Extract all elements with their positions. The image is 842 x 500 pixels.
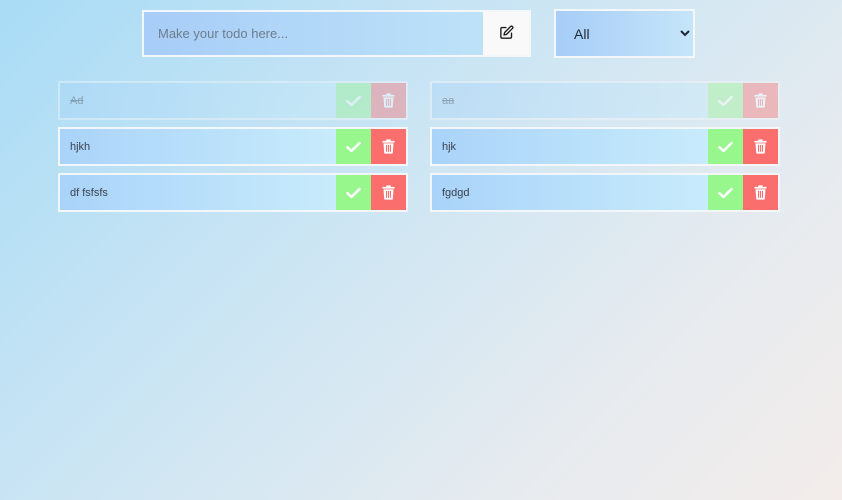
todo-item: fgdgd — [430, 173, 780, 212]
todo-text: Ad — [70, 94, 84, 107]
trash-icon — [754, 185, 767, 200]
check-icon — [718, 141, 733, 153]
edit-icon — [499, 25, 514, 43]
filter-container: All — [554, 9, 695, 58]
filter-select[interactable]: All — [556, 11, 693, 56]
complete-button[interactable] — [336, 129, 371, 164]
add-todo-button[interactable] — [483, 12, 529, 55]
todo-text: hjk — [442, 140, 457, 153]
todo-item: hjkh — [58, 127, 408, 166]
todo-input[interactable] — [144, 12, 483, 55]
trash-icon — [382, 93, 395, 108]
delete-button[interactable] — [743, 175, 778, 210]
complete-button[interactable] — [336, 175, 371, 210]
check-icon — [346, 95, 361, 107]
todo-text: df fsfsfs — [70, 186, 108, 199]
todo-item: aa — [430, 81, 780, 120]
todo-text: fgdgd — [442, 186, 470, 199]
todo-item: hjk — [430, 127, 780, 166]
todo-item: df fsfsfs — [58, 173, 408, 212]
check-icon — [346, 141, 361, 153]
complete-button[interactable] — [708, 129, 743, 164]
complete-button[interactable] — [336, 83, 371, 118]
todo-text: aa — [442, 94, 455, 107]
delete-button[interactable] — [371, 129, 406, 164]
delete-button[interactable] — [743, 83, 778, 118]
trash-icon — [382, 185, 395, 200]
delete-button[interactable] — [743, 129, 778, 164]
check-icon — [718, 95, 733, 107]
trash-icon — [754, 93, 767, 108]
check-icon — [346, 187, 361, 199]
delete-button[interactable] — [371, 175, 406, 210]
trash-icon — [754, 139, 767, 154]
todo-text: hjkh — [70, 140, 91, 153]
trash-icon — [382, 139, 395, 154]
todo-form — [142, 10, 531, 57]
complete-button[interactable] — [708, 175, 743, 210]
check-icon — [718, 187, 733, 199]
complete-button[interactable] — [708, 83, 743, 118]
todo-item: Ad — [58, 81, 408, 120]
todo-list: Ad aa hjkh hjk df fsfsfs fgdgd — [58, 81, 780, 212]
delete-button[interactable] — [371, 83, 406, 118]
